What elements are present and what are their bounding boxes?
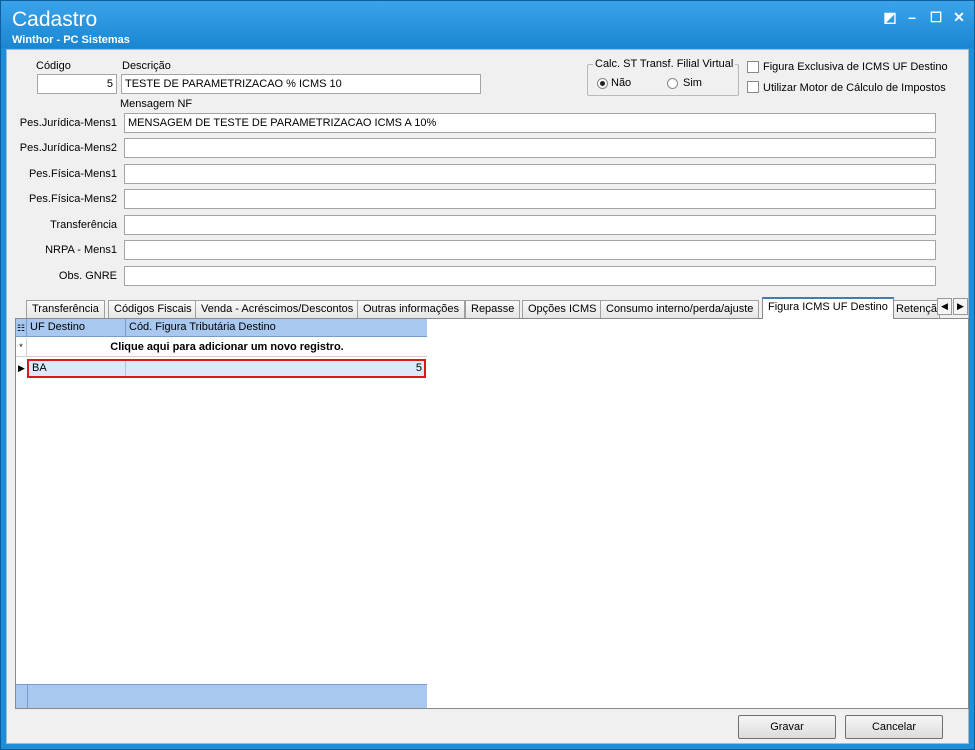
codigo-label: Código — [36, 60, 71, 72]
column-cod-figura[interactable]: Cód. Figura Tributária Destino — [126, 319, 427, 337]
grid-footer — [16, 684, 427, 708]
codigo-input[interactable] — [37, 74, 117, 94]
transferencia-input[interactable] — [124, 215, 936, 235]
radio-nao-label: Não — [611, 77, 632, 89]
new-row-icon: * — [16, 338, 27, 356]
mensagem-nf-label: Mensagem NF — [120, 98, 193, 110]
pj-mens1-label: Pes.Jurídica-Mens1 — [19, 117, 117, 129]
uf-destino-grid: ☷ UF Destino Cód. Figura Tributária Dest… — [16, 319, 427, 708]
tab-scroll-left-icon[interactable]: ◀ — [937, 298, 952, 315]
cell-uf[interactable]: BA — [29, 361, 126, 376]
app-window: Cadastro Winthor - PC Sistemas ◩ – ☐ ✕ C… — [0, 0, 975, 750]
window-subtitle: Winthor - PC Sistemas — [12, 34, 130, 46]
minimize-icon[interactable]: – — [904, 9, 920, 25]
obs-gnre-label: Obs. GNRE — [58, 270, 117, 282]
pf-mens1-input[interactable] — [124, 164, 936, 184]
transferencia-label: Transferência — [50, 219, 117, 231]
column-uf-destino[interactable]: UF Destino — [27, 319, 126, 337]
nrpa-mens1-input[interactable] — [124, 240, 936, 260]
pf-mens2-input[interactable] — [124, 189, 936, 209]
figura-exclusiva-label: Figura Exclusiva de ICMS UF Destino — [763, 61, 948, 73]
tab-outras-informacoes[interactable]: Outras informações — [357, 300, 465, 319]
title-bar[interactable]: Cadastro Winthor - PC Sistemas ◩ – ☐ ✕ — [1, 1, 974, 48]
tab-panel-figura-icms: ☷ UF Destino Cód. Figura Tributária Dest… — [15, 318, 969, 709]
tab-retencao[interactable]: Retençã — [890, 300, 940, 319]
obs-gnre-input[interactable] — [124, 266, 936, 286]
nrpa-mens1-label: NRPA - Mens1 — [45, 244, 117, 256]
tab-repasse[interactable]: Repasse — [465, 300, 521, 319]
calc-st-legend: Calc. ST Transf. Filial Virtual — [593, 58, 736, 70]
pj-mens2-input[interactable] — [124, 138, 936, 158]
tab-strip: Transferência Códigos Fiscais Venda - Ac… — [16, 297, 969, 319]
grid-header: ☷ UF Destino Cód. Figura Tributária Dest… — [16, 319, 427, 337]
cell-cod-figura[interactable]: 5 — [126, 361, 424, 376]
pj-mens2-label: Pes.Jurídica-Mens2 — [19, 142, 117, 154]
radio-nao[interactable] — [597, 78, 608, 89]
figura-exclusiva-checkbox[interactable] — [747, 61, 759, 73]
footer-divider — [27, 685, 28, 708]
table-row[interactable]: BA 5 — [27, 359, 426, 378]
descricao-input[interactable] — [121, 74, 481, 94]
cancelar-button[interactable]: Cancelar — [845, 715, 943, 739]
radio-sim-label: Sim — [683, 77, 702, 89]
descricao-label: Descrição — [122, 60, 171, 72]
tab-codigos-fiscais[interactable]: Códigos Fiscais — [108, 300, 198, 319]
pf-mens1-label: Pes.Física-Mens1 — [28, 168, 117, 180]
tab-venda-acrescimos[interactable]: Venda - Acréscimos/Descontos — [195, 300, 360, 319]
form-area: Código Descrição Calc. ST Transf. Filial… — [6, 49, 969, 744]
tab-consumo-interno[interactable]: Consumo interno/perda/ajuste — [600, 300, 760, 319]
tab-transferencia[interactable]: Transferência — [26, 300, 105, 319]
tab-scroll-right-icon[interactable]: ▶ — [953, 298, 968, 315]
close-icon[interactable]: ✕ — [951, 9, 967, 25]
tab-opcoes-icms[interactable]: Opções ICMS — [522, 300, 603, 319]
current-row-icon: ▶ — [18, 363, 25, 373]
maximize-icon[interactable]: ☐ — [928, 9, 944, 25]
grid-add-row[interactable]: * Clique aqui para adicionar um novo reg… — [16, 337, 427, 357]
tab-figura-icms-uf-destino[interactable]: Figura ICMS UF Destino — [762, 297, 894, 319]
column-chooser-icon[interactable]: ☷ — [16, 319, 27, 337]
pj-mens1-input[interactable] — [124, 113, 936, 133]
add-record-text[interactable]: Clique aqui para adicionar um novo regis… — [27, 337, 427, 357]
window-title: Cadastro — [12, 8, 98, 31]
calc-st-group: Calc. ST Transf. Filial Virtual Não Sim — [587, 58, 739, 96]
radio-sim[interactable] — [667, 78, 678, 89]
motor-calculo-label: Utilizar Motor de Cálculo de Impostos — [763, 82, 946, 94]
gravar-button[interactable]: Gravar — [738, 715, 836, 739]
motor-calculo-checkbox[interactable] — [747, 81, 759, 93]
pf-mens2-label: Pes.Física-Mens2 — [28, 193, 117, 205]
restore-icon[interactable]: ◩ — [882, 9, 898, 25]
